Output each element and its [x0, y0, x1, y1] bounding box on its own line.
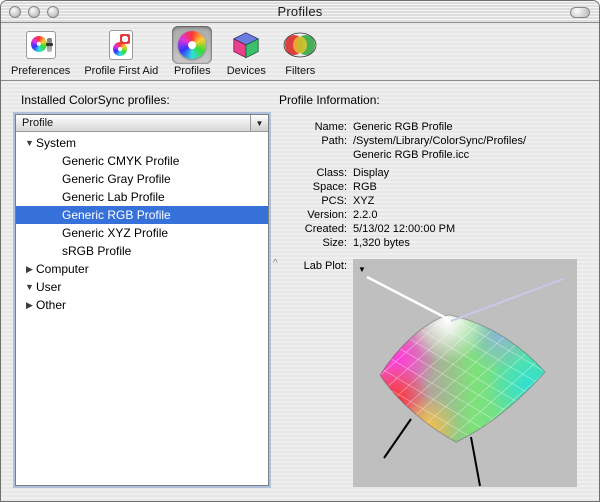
disclosure-triangle-icon[interactable]: ▶	[23, 300, 36, 311]
disclosure-triangle-icon[interactable]: ▶	[23, 264, 36, 275]
tree-item-label: Generic Gray Profile	[62, 172, 171, 186]
tree-item-other[interactable]: ▶ Other	[16, 296, 268, 314]
tree-item-label: User	[36, 280, 61, 294]
toolbar-item-profiles[interactable]: Profiles	[168, 26, 216, 77]
info-value: /System/Library/ColorSync/Profiles/ Gene…	[353, 134, 526, 162]
tree-item-computer[interactable]: ▶ Computer	[16, 260, 268, 278]
dropdown-arrow-icon: ▼	[256, 119, 264, 128]
info-label: Lab Plot:	[279, 259, 353, 487]
info-value: XYZ	[353, 194, 374, 208]
installed-profiles-heading: Installed ColorSync profiles:	[21, 93, 271, 107]
tree-item-generic-xyz-profile[interactable]: Generic XYZ Profile	[16, 224, 268, 242]
info-label: Name:	[279, 120, 353, 134]
info-row-size: Size: 1,320 bytes	[279, 236, 589, 250]
info-label: Size:	[279, 236, 353, 250]
info-row-pcs: PCS: XYZ	[279, 194, 589, 208]
info-label: Version:	[279, 208, 353, 222]
profiles-tree: ▼ System Generic CMYK Profile Generic Gr…	[16, 132, 268, 485]
info-row-created: Created: 5/13/02 12:00:00 PM	[279, 222, 589, 236]
tree-item-label: Generic Lab Profile	[62, 190, 165, 204]
window-title: Profiles	[278, 4, 323, 19]
toolbar-label: Profile First Aid	[84, 65, 158, 77]
plot-disclosure-triangle-icon[interactable]: ▼	[358, 263, 366, 277]
tree-item-label: Generic XYZ Profile	[62, 226, 168, 240]
toolbar-item-filters[interactable]: Filters	[276, 26, 324, 77]
disclosure-triangle-icon[interactable]: ▼	[23, 138, 36, 148]
info-label: Path:	[279, 134, 353, 162]
minimize-button[interactable]	[28, 6, 40, 18]
tree-item-label: Generic CMYK Profile	[62, 154, 179, 168]
info-row-version: Version: 2.2.0	[279, 208, 589, 222]
list-header-label: Profile	[22, 117, 53, 129]
toolbar-item-devices[interactable]: Devices	[222, 26, 270, 77]
list-header-dropdown-button[interactable]: ▼	[250, 115, 268, 131]
filters-icon	[283, 32, 317, 58]
toolbar-item-profile-first-aid[interactable]: Profile First Aid	[80, 26, 162, 77]
info-row-class: Class: Display	[279, 166, 589, 180]
tree-item-label: Computer	[36, 262, 89, 276]
profiles-list: Profile ▼ ▼ System Generic CMYK Profile …	[15, 114, 269, 486]
tree-item-generic-gray-profile[interactable]: Generic Gray Profile	[16, 170, 268, 188]
info-value: 5/13/02 12:00:00 PM	[353, 222, 455, 236]
tree-item-user[interactable]: ▼ User	[16, 278, 268, 296]
profile-information-heading: Profile Information:	[279, 93, 589, 107]
pane-resize-caret[interactable]: ^	[273, 258, 278, 269]
toolbar-item-preferences[interactable]: Preferences	[7, 26, 74, 77]
info-label: Space:	[279, 180, 353, 194]
titlebar[interactable]: Profiles	[1, 1, 599, 23]
tree-item-srgb-profile[interactable]: sRGB Profile	[16, 242, 268, 260]
tree-item-generic-cmyk-profile[interactable]: Generic CMYK Profile	[16, 152, 268, 170]
toolbar-label: Devices	[227, 65, 266, 77]
info-value: Display	[353, 166, 389, 180]
info-value: 2.2.0	[353, 208, 377, 222]
tree-item-label: Generic RGB Profile	[62, 208, 171, 222]
info-value: RGB	[353, 180, 377, 194]
lab-plot[interactable]: ▼	[353, 259, 577, 487]
tree-item-generic-rgb-profile[interactable]: Generic RGB Profile	[16, 206, 268, 224]
tree-item-system[interactable]: ▼ System	[16, 134, 268, 152]
info-row-name: Name: Generic RGB Profile	[279, 120, 589, 134]
info-value: 1,320 bytes	[353, 236, 410, 250]
close-button[interactable]	[9, 6, 21, 18]
toolbar-label: Profiles	[174, 65, 211, 77]
tree-item-label: Other	[36, 298, 66, 312]
info-row-space: Space: RGB	[279, 180, 589, 194]
info-label: Created:	[279, 222, 353, 236]
zoom-button[interactable]	[47, 6, 59, 18]
tree-item-label: sRGB Profile	[62, 244, 131, 258]
devices-icon	[231, 30, 261, 60]
tree-item-label: System	[36, 136, 76, 150]
profiles-list-header[interactable]: Profile ▼	[16, 115, 268, 132]
toolbar-collapse-button[interactable]	[570, 7, 590, 18]
preferences-icon	[26, 31, 56, 59]
toolbar: Preferences Profile First Aid	[1, 23, 599, 81]
info-row-lab-plot: Lab Plot: ▼	[279, 259, 589, 487]
colorsync-window: Profiles Preferences	[0, 0, 600, 502]
info-row-path: Path: /System/Library/ColorSync/Profiles…	[279, 134, 589, 162]
toolbar-label: Preferences	[11, 65, 70, 77]
info-label: PCS:	[279, 194, 353, 208]
info-value: Generic RGB Profile	[353, 120, 453, 134]
profiles-icon	[178, 31, 206, 59]
profile-information-pane: Profile Information: Name: Generic RGB P…	[271, 93, 589, 502]
info-label: Class:	[279, 166, 353, 180]
disclosure-triangle-icon[interactable]: ▼	[23, 282, 36, 292]
lab-plot-graphic	[353, 259, 577, 487]
tree-item-generic-lab-profile[interactable]: Generic Lab Profile	[16, 188, 268, 206]
installed-profiles-pane: Installed ColorSync profiles: Profile ▼ …	[15, 93, 271, 502]
profile-first-aid-icon	[109, 30, 133, 60]
toolbar-label: Filters	[285, 65, 315, 77]
